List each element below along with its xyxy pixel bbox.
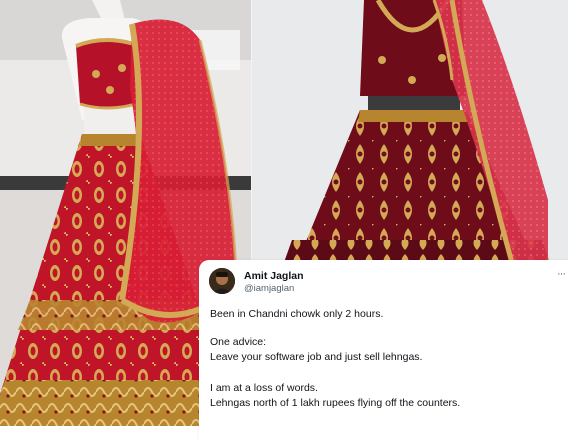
tweet-text-line-1: Been in Chandni chowk only 2 hours. (210, 308, 384, 320)
author-avatar[interactable] (209, 268, 235, 294)
tweet-text-line-2: One advice: (210, 336, 267, 348)
ellipsis-icon[interactable]: ··· (557, 268, 566, 280)
tweet-text-line-4: I am at a loss of words. (210, 382, 318, 394)
tweet-text-line-5: Lehngas north of 1 lakh rupees flying of… (210, 397, 461, 409)
author-name[interactable]: Amit Jaglan (244, 270, 304, 282)
avatar-portrait-icon (209, 268, 235, 294)
author-handle[interactable]: @iamjaglan (244, 283, 294, 294)
tweet-card: Amit Jaglan @iamjaglan ··· Been in Chand… (199, 260, 568, 440)
tweet-text-line-3: Leave your software job and just sell le… (210, 351, 423, 363)
